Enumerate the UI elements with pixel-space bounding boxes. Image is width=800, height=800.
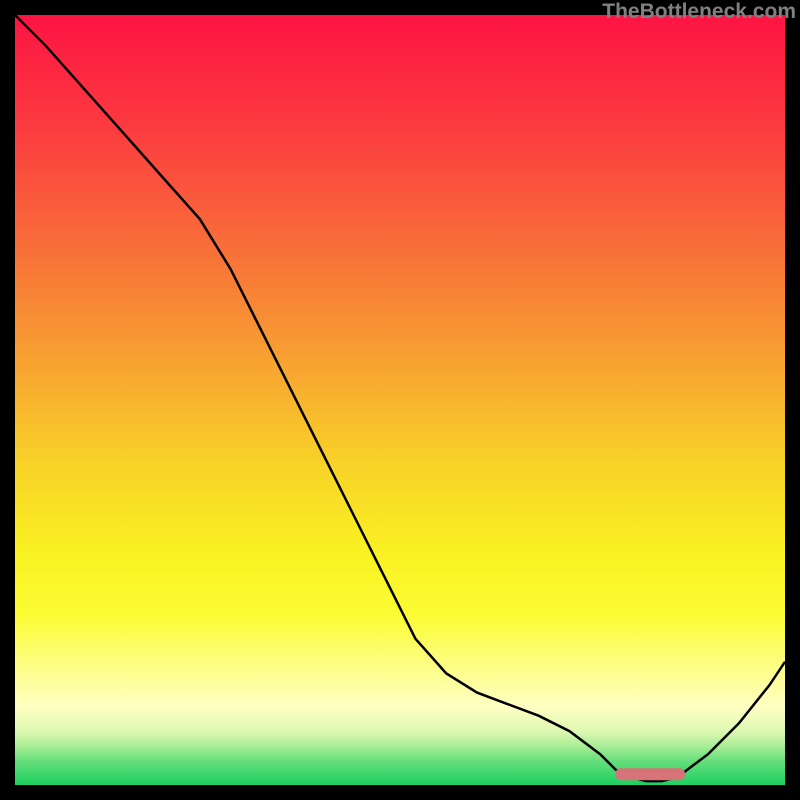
chart-svg xyxy=(15,15,785,785)
gradient-background xyxy=(15,15,785,785)
attribution-text: TheBottleneck.com xyxy=(602,0,796,24)
chart-container: TheBottleneck.com xyxy=(0,0,800,800)
optimal-marker xyxy=(616,768,685,780)
